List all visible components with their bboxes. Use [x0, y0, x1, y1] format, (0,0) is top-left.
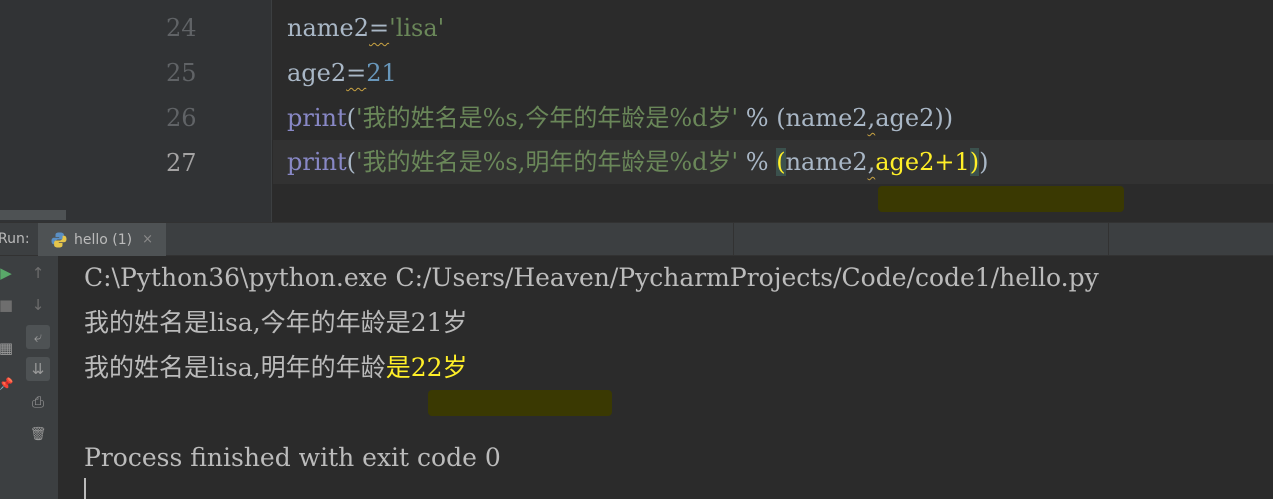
text-caret: [84, 478, 86, 499]
trash-icon[interactable]: 🗑: [26, 422, 50, 446]
matched-paren: ): [969, 148, 980, 176]
highlighter-mark: [878, 186, 1124, 212]
run-toolbar: ▶ ■ ▦ 📌 ↑ ↓ ⤶ ⇊ ⎙ 🗑: [0, 256, 58, 499]
run-tool-window-header: Run: hello (1) ×: [0, 222, 1273, 256]
tab-hello[interactable]: hello (1) ×: [38, 223, 166, 256]
console-text: 我的姓名是lisa,明年的年龄: [84, 353, 386, 382]
print-icon[interactable]: ⎙: [26, 390, 50, 414]
console-output-line: 我的姓名是lisa,今年的年龄是21岁: [84, 308, 468, 337]
code-line[interactable]: print('我的姓名是%s,今年的年龄是%d岁' % (name2,age2)…: [273, 96, 1273, 140]
string-literal: 'lisa': [389, 14, 445, 42]
stop-icon[interactable]: ■: [0, 293, 18, 317]
code-fragment: %: [738, 148, 777, 176]
highlighter-mark: [428, 390, 612, 416]
console-output-line: 我的姓名是lisa,明年的年龄是22岁: [84, 352, 468, 384]
string-literal: '我的姓名是%s,今年的年龄是%d岁': [356, 104, 739, 132]
paren: (: [346, 104, 356, 132]
assign-operator: =: [346, 59, 367, 87]
line-number-gutter: 24 25 26 27: [158, 0, 272, 222]
code-line-current[interactable]: print('我的姓名是%s,明年的年龄是%d岁' % (name2,age2+…: [273, 140, 1273, 184]
number-literal: 21: [366, 59, 397, 87]
divider: [733, 223, 734, 256]
tab-title: hello (1): [74, 231, 133, 248]
paren: (: [346, 148, 356, 176]
run-label: Run:: [0, 231, 30, 247]
up-arrow-icon[interactable]: ↑: [26, 261, 50, 285]
print-keyword: print: [287, 148, 347, 176]
process-finished-message: Process finished with exit code 0: [84, 443, 501, 472]
assign-operator: =: [369, 14, 390, 42]
string-literal: '我的姓名是%s,明年的年龄是%d岁': [356, 148, 739, 176]
close-icon[interactable]: ×: [142, 232, 153, 247]
identifier: name2: [287, 14, 369, 42]
code-line[interactable]: name2='lisa': [273, 6, 1273, 50]
code-fragment: age2)): [875, 104, 954, 132]
code-editor[interactable]: 24 25 26 27 name2='lisa' age2=21 print('…: [0, 0, 1273, 222]
line-number: 24: [166, 14, 197, 42]
code-fragment: % (name2: [738, 104, 868, 132]
identifier: age2: [287, 59, 347, 87]
python-icon: [51, 232, 67, 247]
identifier: name2: [785, 148, 868, 176]
highlighted-expression: age2+1: [875, 148, 970, 176]
print-keyword: print: [287, 104, 347, 132]
divider: [1108, 223, 1109, 256]
editor-left-panel: [0, 0, 158, 222]
console-command-line: C:\Python36\python.exe C:/Users/Heaven/P…: [84, 263, 1099, 292]
console-output[interactable]: C:\Python36\python.exe C:/Users/Heaven/P…: [58, 256, 1273, 499]
rerun-icon[interactable]: ▶: [0, 261, 18, 285]
line-number-current: 27: [166, 149, 197, 177]
console-highlighted-text: 是22岁: [385, 353, 468, 382]
pin-icon[interactable]: 📌: [0, 372, 18, 396]
matched-paren: (: [776, 148, 786, 176]
code-line[interactable]: age2=21: [273, 51, 1273, 95]
paren: ): [979, 148, 989, 176]
line-number: 26: [166, 104, 197, 132]
down-arrow-icon[interactable]: ↓: [26, 293, 50, 317]
editor-horizontal-scrollbar[interactable]: [0, 210, 66, 220]
layout-icon[interactable]: ▦: [0, 336, 18, 360]
scroll-to-end-icon[interactable]: ⇊: [26, 357, 50, 381]
soft-wrap-icon[interactable]: ⤶: [26, 325, 50, 349]
line-number: 25: [166, 59, 197, 87]
